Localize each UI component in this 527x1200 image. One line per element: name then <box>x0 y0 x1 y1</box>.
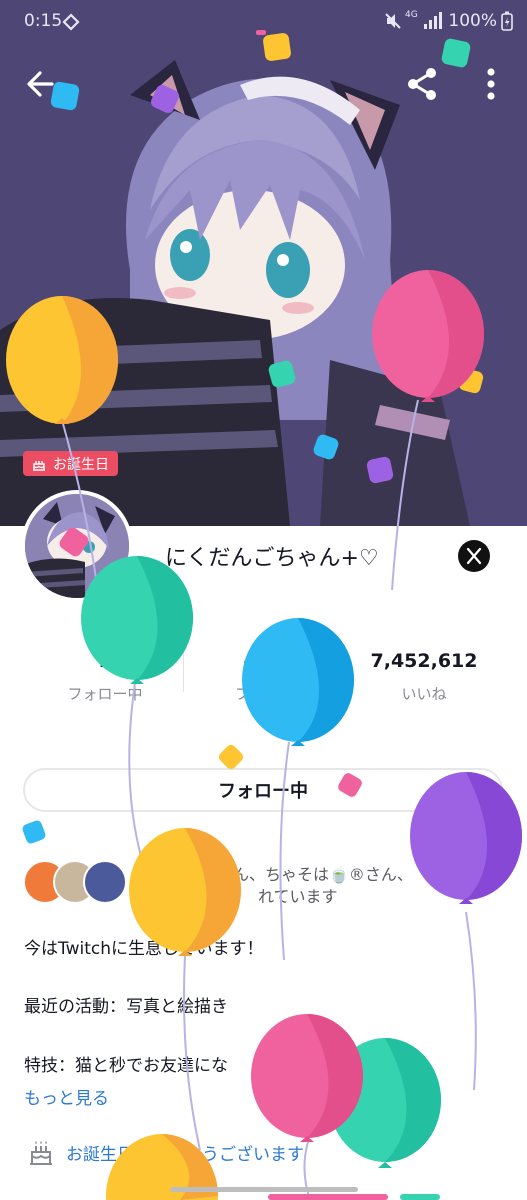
x-logo-icon <box>466 547 482 565</box>
bio-line: 特技：猫と秒でお友達にな <box>24 1056 228 1076</box>
stat-followers-label: フォ <box>234 685 265 703</box>
network-type: 4G <box>405 10 418 20</box>
see-more-link[interactable]: もっと見る <box>24 1084 109 1109</box>
more-options-button[interactable] <box>476 64 506 104</box>
stat-likes[interactable]: 7,452,612 いいね <box>355 650 493 704</box>
profile-cover-image <box>0 0 527 526</box>
bio-line: 最近の活動：写真と絵描き <box>24 997 228 1017</box>
balloon-edge <box>400 1194 440 1200</box>
profile-screen: 0:15 4G 100% お誕生日 にくだんごちゃん+♡ 1 フォロー中 4 フ… <box>0 0 527 1200</box>
x-profile-link[interactable] <box>458 540 490 572</box>
balloon-teal <box>329 1038 441 1168</box>
confetti-piece <box>218 744 244 770</box>
birthday-banner[interactable]: お誕生日おめでとうございます <box>28 1136 304 1168</box>
battery-level: 100% <box>448 11 497 31</box>
share-icon <box>408 68 436 100</box>
stat-followers[interactable]: 4 フォ <box>200 650 300 704</box>
balloon-edge <box>268 1194 388 1200</box>
status-time: 0:15 <box>24 11 63 31</box>
stat-following-label: フォロー中 <box>67 685 143 703</box>
mutual-avatar <box>83 860 127 904</box>
display-name: にくだんごちゃん+♡ <box>165 546 379 571</box>
signal-icon <box>424 12 442 29</box>
stat-followers-count: 4 <box>243 650 257 672</box>
balloon-string <box>465 911 477 1091</box>
birthday-banner-text: お誕生日おめでとうございます <box>66 1144 304 1165</box>
status-bar: 0:15 4G 100% <box>0 0 527 44</box>
mute-icon <box>385 13 401 29</box>
stat-likes-count: 7,452,612 <box>370 650 478 672</box>
stat-following[interactable]: 1 フォロー中 <box>40 650 170 704</box>
bio-line: 今はTwitchに生息しています！ <box>24 939 264 959</box>
mutual-followers-line-2: れています <box>258 887 338 906</box>
birthday-badge-label: お誕生日 <box>53 456 109 473</box>
mutual-followers-row[interactable]: ん、ちゃそは🍵®さん、 れています <box>23 858 503 910</box>
back-button[interactable] <box>22 64 62 104</box>
birthday-badge: お誕生日 <box>23 451 118 476</box>
home-indicator[interactable] <box>170 1187 358 1192</box>
cake-icon <box>33 460 45 471</box>
following-button[interactable]: フォロー中 <box>23 768 503 812</box>
mutual-followers-line-1: ん、ちゃそは🍵®さん、 <box>233 865 413 884</box>
stat-following-count: 1 <box>98 650 112 672</box>
birthday-cake-icon <box>30 1141 52 1165</box>
cover-artwork <box>0 0 527 526</box>
avatar[interactable] <box>21 490 133 602</box>
arrow-left-icon <box>27 71 54 97</box>
battery-icon <box>501 11 513 31</box>
more-vertical-icon <box>487 68 495 100</box>
notification-diamond-icon <box>62 13 80 31</box>
avatar-image <box>25 494 129 598</box>
share-button[interactable] <box>403 64 443 104</box>
balloon-pink <box>251 1014 363 1142</box>
stat-likes-label: いいね <box>401 685 447 703</box>
mutual-followers-text: ん、ちゃそは🍵®さん、 れています <box>233 864 413 908</box>
confetti-piece <box>22 820 46 844</box>
stat-divider <box>183 650 184 692</box>
following-button-label: フォロー中 <box>218 781 308 802</box>
